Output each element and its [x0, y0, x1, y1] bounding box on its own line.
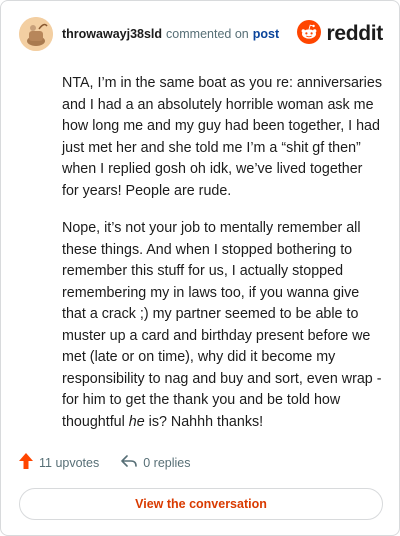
paragraph-2-text-after: is? Nahhh thanks! — [144, 413, 264, 430]
comment-paragraph-2: Nope, it’s not your job to mentally reme… — [62, 218, 382, 433]
reddit-snoo-icon — [297, 19, 322, 49]
username[interactable]: throwawayj38sld — [62, 27, 162, 41]
paragraph-2-emphasis: he — [128, 413, 145, 430]
post-link[interactable]: post — [253, 27, 279, 41]
paragraph-2-text-before: Nope, it’s not your job to mentally reme… — [62, 220, 382, 430]
comment-actions: 11 upvotes 0 replies — [19, 453, 190, 472]
upvote-button[interactable]: 11 upvotes — [19, 453, 99, 472]
replies-button[interactable]: 0 replies — [121, 454, 190, 471]
reply-arrow-icon — [121, 454, 138, 471]
replies-count: 0 replies — [143, 455, 191, 470]
comment-paragraph-1: NTA, I’m in the same boat as you re: ann… — [62, 75, 382, 199]
upvote-arrow-icon — [19, 453, 33, 472]
comment-body: NTA, I’m in the same boat as you re: ann… — [62, 73, 382, 449]
avatar-icon[interactable] — [19, 17, 53, 51]
reddit-wordmark: reddit — [326, 22, 383, 45]
comment-card: throwawayj38sld commented on post reddit — [0, 0, 400, 536]
comment-header: throwawayj38sld commented on post reddit — [19, 17, 383, 51]
upvotes-count: 11 upvotes — [39, 455, 100, 470]
commented-text: commented on — [166, 27, 249, 41]
view-conversation-button[interactable]: View the conversation — [19, 488, 383, 520]
reddit-brand[interactable]: reddit — [297, 19, 383, 49]
header-text: throwawayj38sld commented on post — [62, 27, 279, 41]
